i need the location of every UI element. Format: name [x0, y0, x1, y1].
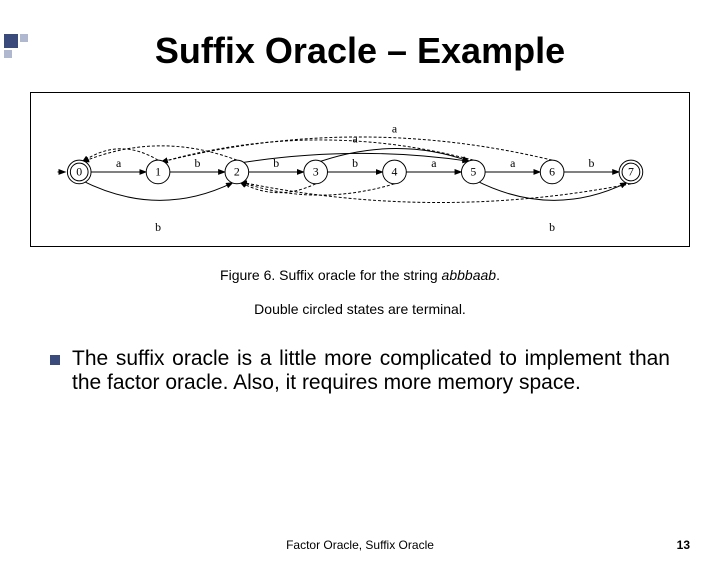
svg-text:a: a: [116, 156, 122, 170]
svg-text:b: b: [155, 220, 161, 234]
svg-text:a: a: [431, 156, 437, 170]
svg-text:b: b: [589, 156, 595, 170]
svg-text:7: 7: [628, 165, 634, 179]
svg-text:5: 5: [470, 165, 476, 179]
svg-text:1: 1: [155, 165, 161, 179]
svg-text:b: b: [352, 156, 358, 170]
svg-text:b: b: [549, 220, 555, 234]
svg-text:3: 3: [313, 165, 319, 179]
page-number: 13: [677, 538, 690, 552]
svg-text:6: 6: [549, 165, 555, 179]
svg-text:2: 2: [234, 165, 240, 179]
terminal-note: Double circled states are terminal.: [0, 301, 720, 317]
body-paragraph: The suffix oracle is a little more compl…: [50, 347, 670, 395]
svg-text:a: a: [392, 122, 398, 136]
svg-text:a: a: [510, 156, 516, 170]
svg-text:4: 4: [392, 165, 398, 179]
slide-accent: [0, 30, 30, 60]
slide-title: Suffix Oracle – Example: [0, 30, 720, 72]
figure-caption: Figure 6. Suffix oracle for the string a…: [0, 267, 720, 283]
footer-text: Factor Oracle, Suffix Oracle: [0, 538, 720, 552]
bullet-icon: [50, 355, 60, 365]
svg-text:0: 0: [76, 165, 82, 179]
oracle-diagram: abbbaabaabb01234567: [30, 92, 690, 247]
svg-text:b: b: [194, 156, 200, 170]
svg-text:a: a: [352, 131, 358, 145]
